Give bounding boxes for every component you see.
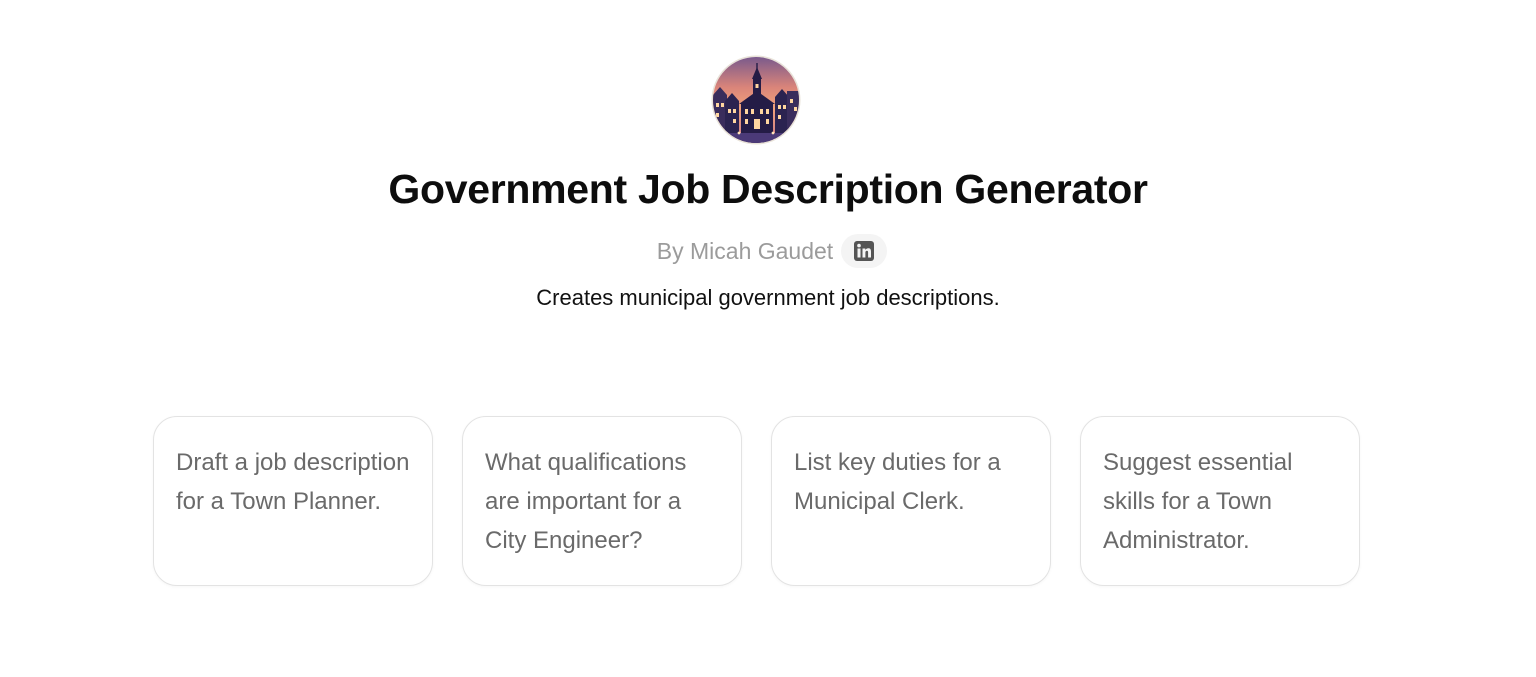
linkedin-link[interactable] bbox=[841, 234, 888, 268]
page-title: Government Job Description Generator bbox=[388, 166, 1148, 212]
gpt-description: Creates municipal government job descrip… bbox=[536, 285, 1000, 310]
starter-card[interactable]: Draft a job description for a Town Plann… bbox=[153, 416, 433, 586]
linkedin-icon bbox=[854, 241, 875, 261]
gpt-avatar bbox=[713, 57, 799, 143]
gpt-landing: Government Job Description Generator By … bbox=[0, 0, 1536, 677]
author-name: By Micah Gaudet bbox=[656, 237, 834, 264]
starter-card[interactable]: What qualifications are important for a … bbox=[462, 416, 742, 586]
conversation-starters: Draft a job description for a Town Plann… bbox=[153, 416, 1360, 586]
town-hall-image bbox=[713, 57, 799, 143]
starter-card[interactable]: List key duties for a Municipal Clerk. bbox=[771, 416, 1051, 586]
starter-card[interactable]: Suggest essential skills for a Town Admi… bbox=[1080, 416, 1360, 586]
author-byline: By Micah Gaudet bbox=[0, 234, 1536, 268]
